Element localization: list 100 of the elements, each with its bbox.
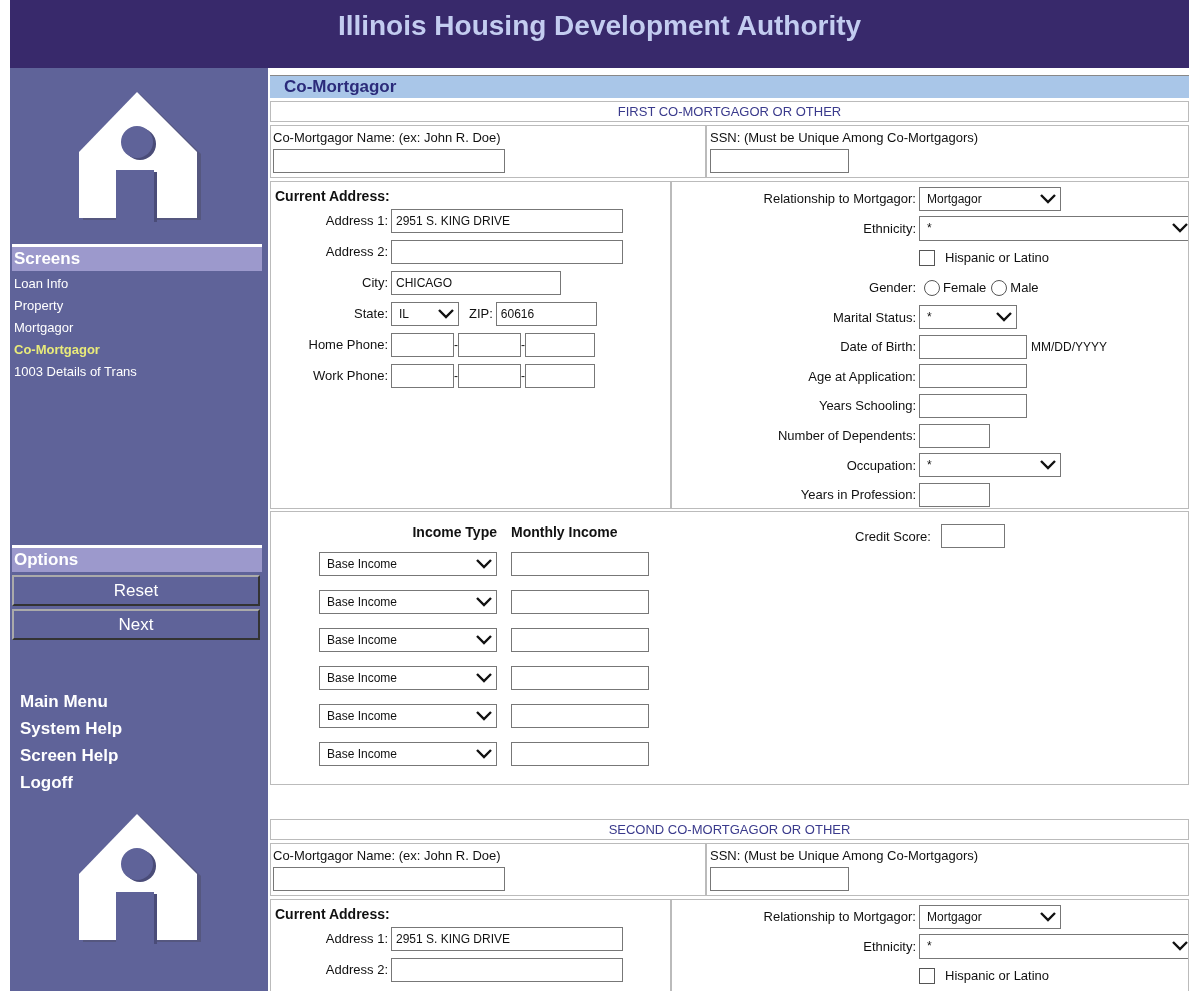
- separator-text: -: [454, 337, 458, 352]
- field-label: Relationship to Mortgagor:: [763, 909, 916, 925]
- menu-link[interactable]: Main Menu: [20, 688, 108, 715]
- field-label: Co-Mortgagor Name: (ex: John R. Doe): [273, 848, 501, 863]
- dropdown[interactable]: Mortgagor: [919, 186, 1061, 211]
- section-heading: FIRST CO-MORTGAGOR OR OTHER: [270, 101, 1189, 122]
- field-label: Age at Application:: [808, 368, 916, 384]
- radio-button[interactable]: [924, 279, 940, 296]
- field-label: Work Phone:: [313, 368, 388, 383]
- column-heading: Income Type: [412, 524, 497, 540]
- field-label: Home Phone:: [308, 337, 388, 352]
- income-field[interactable]: [511, 590, 649, 614]
- state-select[interactable]: IL: [391, 301, 459, 326]
- phone-field[interactable]: [458, 363, 521, 388]
- field-label: SSN: (Must be Unique Among Co-Mortgagors): [710, 130, 979, 145]
- dropdown[interactable]: *: [919, 453, 1061, 478]
- separator-text: -: [454, 368, 458, 383]
- dropdown[interactable]: *: [919, 305, 1017, 330]
- menu-link[interactable]: Logoff: [20, 769, 73, 796]
- screen-link[interactable]: Mortgagor: [12, 317, 74, 339]
- address-field[interactable]: 2951 S. KING DRIVE: [391, 208, 623, 233]
- income-type-select[interactable]: Base Income: [319, 628, 497, 652]
- separator-text: -: [521, 337, 525, 352]
- phone-field[interactable]: [458, 332, 521, 357]
- radio-label: Female: [943, 280, 987, 296]
- checkbox-label: Hispanic or Latino: [945, 968, 1050, 984]
- field-label: Date of Birth:: [840, 339, 916, 355]
- zip-field[interactable]: 60616: [495, 301, 597, 326]
- ssn-field[interactable]: [710, 867, 849, 891]
- city-field[interactable]: CHICAGO: [391, 270, 561, 295]
- phone-field[interactable]: [525, 363, 595, 388]
- section-heading: SECOND CO-MORTGAGOR OR OTHER: [270, 819, 1189, 840]
- field-label: Address 2:: [325, 962, 388, 977]
- text-field[interactable]: [919, 482, 990, 507]
- name-field[interactable]: [273, 867, 505, 891]
- address-field[interactable]: [391, 957, 623, 982]
- text-field[interactable]: [919, 423, 990, 448]
- phone-field[interactable]: [525, 332, 595, 357]
- phone-field[interactable]: [391, 332, 454, 357]
- option-button[interactable]: Next: [12, 609, 260, 640]
- income-field[interactable]: [511, 552, 649, 576]
- screen-link[interactable]: Loan Info: [12, 273, 69, 295]
- chevron-down-icon: [1172, 223, 1188, 234]
- field-label: Address 1:: [325, 931, 388, 946]
- income-field[interactable]: [511, 628, 649, 652]
- address-heading: Current Address:: [275, 188, 390, 204]
- income-type-select[interactable]: Base Income: [319, 742, 497, 766]
- menu-link[interactable]: Screen Help: [20, 742, 119, 769]
- income-type-select[interactable]: Base Income: [319, 704, 497, 728]
- text-field[interactable]: [919, 393, 1027, 418]
- field-label: Years in Profession:: [800, 487, 916, 503]
- checkbox-label: Hispanic or Latino: [945, 250, 1050, 266]
- dropdown[interactable]: *: [919, 215, 1188, 241]
- income-field[interactable]: [511, 704, 649, 728]
- income-type-select[interactable]: Base Income: [319, 666, 497, 690]
- chevron-down-icon: [1040, 460, 1056, 471]
- income-field[interactable]: [511, 742, 649, 766]
- date-field[interactable]: [919, 334, 1027, 359]
- income-field[interactable]: [511, 666, 649, 690]
- screen-link[interactable]: 1003 Details of Trans: [12, 361, 137, 383]
- credit-score-field[interactable]: [940, 524, 1005, 548]
- chevron-down-icon: [476, 635, 492, 645]
- date-hint: MM/DD/YYYY: [1031, 339, 1107, 354]
- chevron-down-icon: [1040, 911, 1056, 922]
- address-heading: Current Address:: [275, 906, 390, 922]
- checkbox[interactable]: [919, 968, 935, 984]
- field-label: SSN: (Must be Unique Among Co-Mortgagors): [710, 848, 979, 863]
- text-field[interactable]: [919, 364, 1027, 389]
- dropdown[interactable]: Mortgagor: [919, 904, 1061, 929]
- chevron-down-icon: [476, 597, 492, 607]
- name-field[interactable]: [273, 149, 505, 173]
- chevron-down-icon: [476, 749, 492, 759]
- screen-link[interactable]: Co-Mortgagor: [12, 339, 100, 361]
- chevron-down-icon: [476, 559, 492, 569]
- app-title: Illinois Housing Development Authority: [337, 10, 862, 42]
- option-button[interactable]: Reset: [12, 575, 260, 606]
- ssn-field[interactable]: [710, 149, 849, 173]
- income-type-select[interactable]: Base Income: [319, 552, 497, 576]
- income-type-select[interactable]: Base Income: [319, 590, 497, 614]
- field-label: Ethnicity:: [863, 938, 916, 954]
- screen-link[interactable]: Property: [12, 295, 64, 317]
- sidebar-heading: Screens: [12, 244, 262, 271]
- address-field[interactable]: 2951 S. KING DRIVE: [391, 926, 623, 951]
- sidebar-heading: Options: [12, 545, 262, 572]
- separator-text: -: [521, 368, 525, 383]
- field-label: Occupation:: [846, 457, 916, 473]
- field-label: Gender:: [869, 280, 916, 296]
- radio-button[interactable]: [991, 279, 1008, 296]
- phone-field[interactable]: [391, 363, 454, 388]
- address-field[interactable]: [391, 239, 623, 264]
- chevron-down-icon: [1040, 193, 1056, 204]
- dropdown[interactable]: *: [919, 933, 1188, 959]
- field-label: Number of Dependents:: [777, 428, 916, 444]
- chevron-down-icon: [476, 673, 492, 683]
- field-label: Ethnicity:: [863, 220, 916, 236]
- chevron-down-icon: [476, 711, 492, 721]
- menu-link[interactable]: System Help: [20, 715, 123, 742]
- field-label: Credit Score:: [855, 528, 931, 544]
- field-label: City:: [362, 275, 388, 290]
- checkbox[interactable]: [919, 250, 935, 266]
